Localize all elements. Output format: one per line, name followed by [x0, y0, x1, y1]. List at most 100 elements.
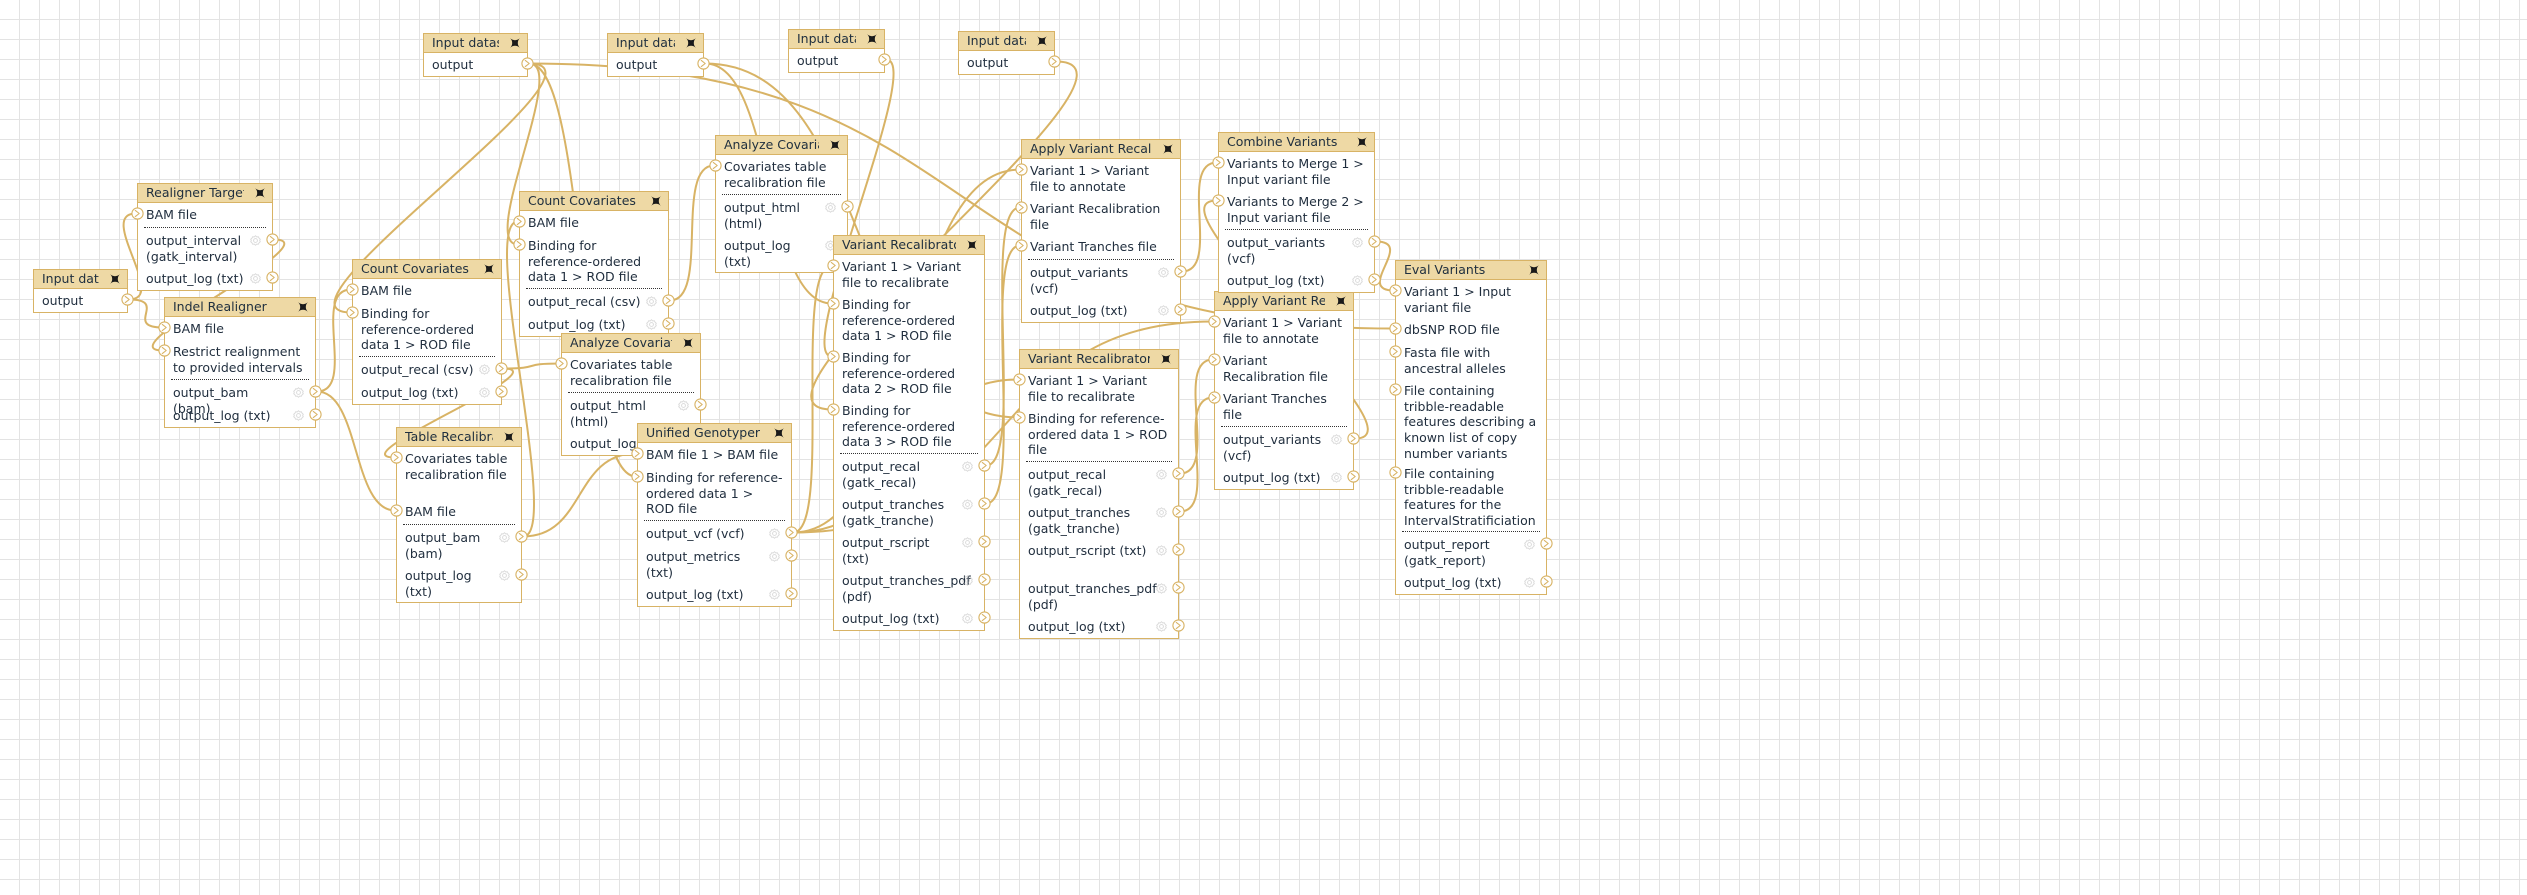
- output-terminal-icon[interactable]: [694, 398, 707, 411]
- gear-icon[interactable]: [1156, 620, 1167, 632]
- output-terminal-icon[interactable]: [978, 573, 991, 586]
- node-output-row[interactable]: output_rscript (txt): [834, 531, 991, 569]
- gear-icon[interactable]: [962, 536, 973, 548]
- node-header-variant-recalibrator-2[interactable]: Variant Recalibrator: [1020, 350, 1178, 369]
- input-terminal-icon[interactable]: [513, 215, 526, 228]
- node-input-row[interactable]: Variant 1 > Variant file to recalibrate: [827, 255, 984, 293]
- input-terminal-icon[interactable]: [555, 357, 568, 370]
- gear-icon[interactable]: [962, 498, 973, 510]
- node-input-row[interactable]: BAM file: [390, 500, 521, 523]
- workflow-node-input-dataset-5[interactable]: Input dataset output: [33, 269, 134, 313]
- node-input-row[interactable]: Restrict realignment to provided interva…: [158, 340, 315, 378]
- node-output-row[interactable]: output_log (txt): [638, 583, 798, 606]
- input-terminal-icon[interactable]: [631, 447, 644, 460]
- node-input-row[interactable]: BAM file: [158, 317, 315, 340]
- node-header-apply-variant-recalibration-2[interactable]: Apply Variant Recalibration: [1215, 292, 1353, 311]
- workflow-node-input-dataset-2[interactable]: Input dataset output: [607, 33, 710, 77]
- output-terminal-icon[interactable]: [662, 294, 675, 307]
- gear-icon[interactable]: [962, 460, 973, 472]
- gear-icon[interactable]: [962, 574, 973, 586]
- output-terminal-icon[interactable]: [785, 526, 798, 539]
- output-terminal-icon[interactable]: [495, 362, 508, 375]
- node-output-row[interactable]: output_tranches_pdf (pdf): [1020, 577, 1185, 615]
- node-header-analyze-covariates-1[interactable]: Analyze Covariates: [562, 334, 700, 353]
- close-icon[interactable]: [1528, 264, 1540, 276]
- node-header-unified-genotyper[interactable]: Unified Genotyper: [638, 424, 791, 443]
- node-output-row[interactable]: output: [789, 49, 891, 72]
- output-terminal-icon[interactable]: [1540, 537, 1553, 550]
- close-icon[interactable]: [966, 239, 978, 251]
- workflow-node-apply-variant-recalibration-1[interactable]: Apply Variant Recalibration Variant 1 > V…: [1015, 139, 1187, 323]
- output-terminal-icon[interactable]: [1172, 619, 1185, 632]
- node-header-variant-recalibrator-1[interactable]: Variant Recalibrator: [834, 236, 984, 255]
- node-output-row[interactable]: output_log (txt): [1219, 269, 1381, 292]
- node-output-row[interactable]: output: [608, 53, 710, 76]
- gear-icon[interactable]: [1524, 538, 1535, 550]
- input-terminal-icon[interactable]: [158, 344, 171, 357]
- node-input-row[interactable]: Binding for reference-ordered data 1 > R…: [346, 302, 501, 355]
- input-terminal-icon[interactable]: [631, 470, 644, 483]
- node-header-input-dataset-1[interactable]: Input dataset: [424, 34, 527, 53]
- gear-icon[interactable]: [1331, 471, 1342, 483]
- node-header-indel-realigner[interactable]: Indel Realigner: [165, 298, 315, 317]
- output-terminal-icon[interactable]: [266, 271, 279, 284]
- node-output-row[interactable]: output_rscript (txt): [1020, 539, 1185, 577]
- input-terminal-icon[interactable]: [131, 207, 144, 220]
- workflow-node-analyze-covariates-2[interactable]: Analyze Covariates Covariates table recal…: [709, 135, 854, 273]
- node-input-row[interactable]: Variant 1 > Variant file to recalibrate: [1013, 369, 1178, 407]
- node-input-row[interactable]: Binding for reference-ordered data 1 > R…: [1013, 407, 1178, 460]
- output-terminal-icon[interactable]: [1172, 505, 1185, 518]
- output-terminal-icon[interactable]: [1174, 265, 1187, 278]
- node-output-row[interactable]: output_bam (bam): [165, 381, 322, 416]
- node-output-row[interactable]: output: [34, 289, 134, 312]
- input-terminal-icon[interactable]: [346, 306, 359, 319]
- node-output-row[interactable]: output_log (txt): [353, 381, 508, 404]
- output-terminal-icon[interactable]: [1368, 235, 1381, 248]
- workflow-node-table-recalibration[interactable]: Table Recalibration Covariates table reca…: [390, 427, 528, 603]
- node-output-row[interactable]: output_variants (vcf): [1215, 428, 1360, 466]
- node-input-row[interactable]: BAM file: [131, 203, 272, 226]
- gear-icon[interactable]: [1352, 274, 1363, 286]
- workflow-node-input-dataset-3[interactable]: Input dataset output: [788, 29, 891, 73]
- workflow-node-count-covariates-2[interactable]: Count Covariates BAM file Binding for refe…: [513, 191, 675, 337]
- workflow-node-unified-genotyper[interactable]: Unified Genotyper BAM file 1 > BAM file Bi…: [631, 423, 798, 607]
- input-terminal-icon[interactable]: [390, 451, 403, 464]
- gear-icon[interactable]: [499, 569, 510, 581]
- input-terminal-icon[interactable]: [1212, 194, 1225, 207]
- node-header-input-dataset-3[interactable]: Input dataset: [789, 30, 884, 49]
- node-header-combine-variants[interactable]: Combine Variants: [1219, 133, 1374, 152]
- node-header-eval-variants[interactable]: Eval Variants: [1396, 261, 1546, 280]
- node-output-row[interactable]: output_metrics (txt): [638, 545, 798, 583]
- close-icon[interactable]: [685, 37, 697, 49]
- node-output-row[interactable]: output: [959, 51, 1061, 74]
- output-terminal-icon[interactable]: [1172, 543, 1185, 556]
- close-icon[interactable]: [650, 195, 662, 207]
- node-input-row[interactable]: dbSNP ROD file: [1389, 318, 1546, 341]
- input-terminal-icon[interactable]: [1015, 239, 1028, 252]
- output-terminal-icon[interactable]: [841, 200, 854, 213]
- input-terminal-icon[interactable]: [1389, 466, 1402, 479]
- input-terminal-icon[interactable]: [827, 350, 840, 363]
- output-terminal-icon[interactable]: [309, 385, 322, 398]
- close-icon[interactable]: [509, 37, 521, 49]
- close-icon[interactable]: [866, 33, 878, 45]
- node-output-row[interactable]: output_recal (csv): [353, 358, 508, 381]
- input-terminal-icon[interactable]: [1389, 383, 1402, 396]
- gear-icon[interactable]: [1331, 433, 1342, 445]
- node-output-row[interactable]: output: [424, 53, 534, 76]
- input-terminal-icon[interactable]: [1212, 156, 1225, 169]
- input-terminal-icon[interactable]: [346, 283, 359, 296]
- input-terminal-icon[interactable]: [1013, 411, 1026, 424]
- node-input-row[interactable]: Binding for reference-ordered data 1 > R…: [513, 234, 668, 287]
- node-input-row[interactable]: Variant Recalibration file: [1208, 349, 1353, 387]
- output-terminal-icon[interactable]: [1172, 581, 1185, 594]
- input-terminal-icon[interactable]: [1015, 163, 1028, 176]
- gear-icon[interactable]: [678, 399, 689, 411]
- input-terminal-icon[interactable]: [1389, 284, 1402, 297]
- output-terminal-icon[interactable]: [515, 530, 528, 543]
- output-terminal-icon[interactable]: [121, 293, 134, 306]
- input-terminal-icon[interactable]: [827, 403, 840, 416]
- input-terminal-icon[interactable]: [1013, 373, 1026, 386]
- gear-icon[interactable]: [769, 588, 780, 600]
- node-output-row[interactable]: output_tranches_pdf (pdf): [834, 569, 991, 607]
